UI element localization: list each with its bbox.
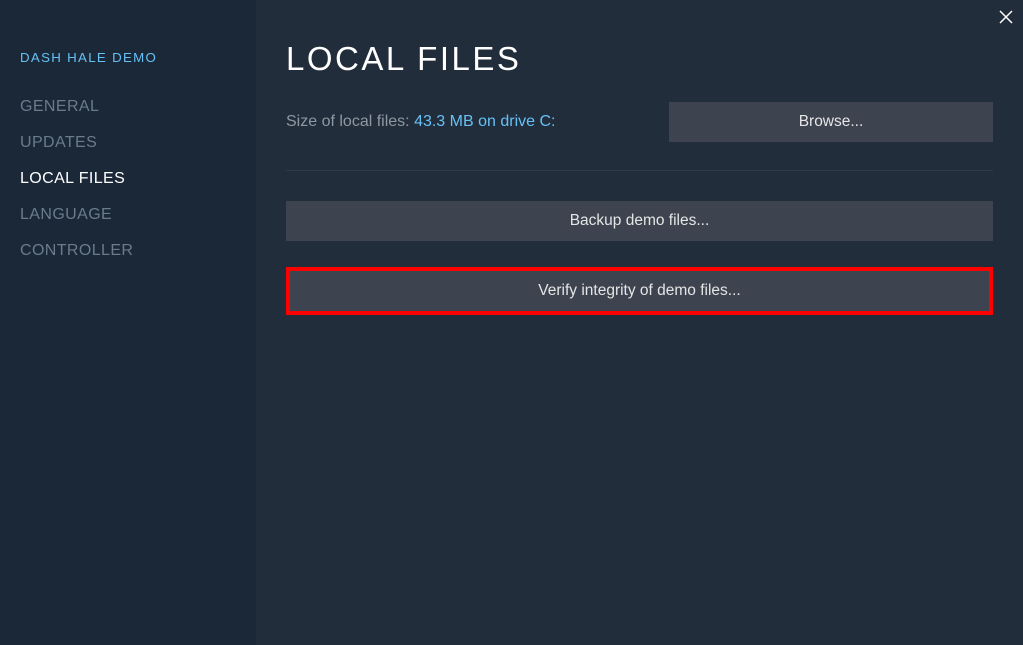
verify-button[interactable]: Verify integrity of demo files... bbox=[290, 271, 989, 311]
size-label: Size of local files: bbox=[286, 113, 414, 130]
sidebar-item-general[interactable]: GENERAL bbox=[20, 89, 256, 125]
size-value: 43.3 MB on drive C: bbox=[414, 113, 555, 130]
divider bbox=[286, 170, 993, 171]
sidebar-item-language[interactable]: LANGUAGE bbox=[20, 197, 256, 233]
sidebar: DASH HALE DEMO GENERAL UPDATES LOCAL FIL… bbox=[0, 0, 256, 645]
sidebar-item-updates[interactable]: UPDATES bbox=[20, 125, 256, 161]
main-panel: LOCAL FILES Size of local files: 43.3 MB… bbox=[256, 0, 1023, 645]
sidebar-item-local-files[interactable]: LOCAL FILES bbox=[20, 161, 256, 197]
app-title: DASH HALE DEMO bbox=[20, 50, 256, 65]
info-row: Size of local files: 43.3 MB on drive C:… bbox=[286, 102, 993, 142]
page-title: LOCAL FILES bbox=[286, 40, 993, 78]
highlight-annotation: Verify integrity of demo files... bbox=[286, 267, 993, 315]
browse-button[interactable]: Browse... bbox=[669, 102, 993, 142]
size-info: Size of local files: 43.3 MB on drive C: bbox=[286, 113, 555, 131]
sidebar-item-controller[interactable]: CONTROLLER bbox=[20, 233, 256, 269]
close-icon[interactable] bbox=[997, 8, 1015, 31]
backup-button[interactable]: Backup demo files... bbox=[286, 201, 993, 241]
